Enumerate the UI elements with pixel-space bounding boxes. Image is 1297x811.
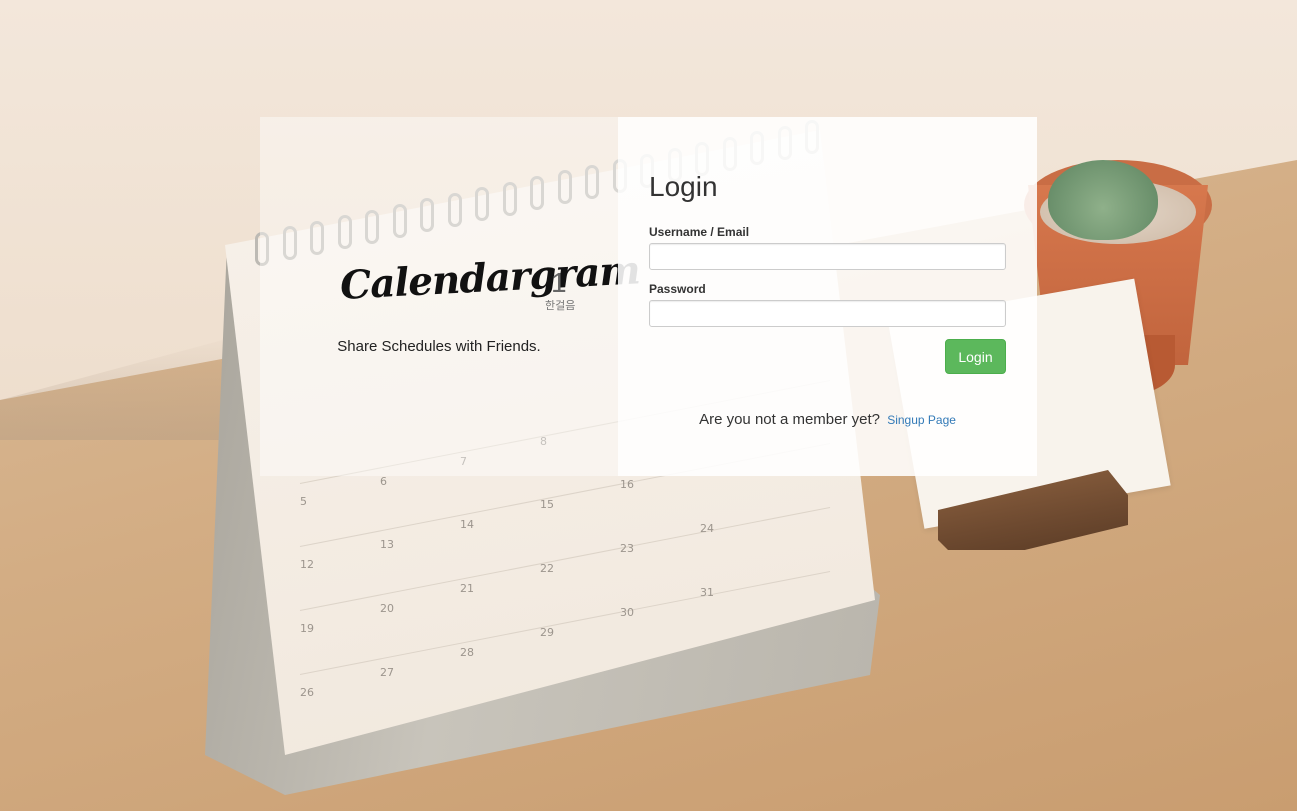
calendar-date: 15 — [540, 498, 554, 511]
calendar-date: 5 — [300, 495, 307, 508]
calendar-date: 27 — [380, 666, 394, 679]
calendar-date: 30 — [620, 606, 634, 619]
app-logo: Calendargram — [338, 247, 641, 309]
login-panel: Login Username / Email Password Login Ar… — [618, 117, 1037, 476]
password-label: Password — [649, 282, 706, 296]
signup-prompt-row: Are you not a member yet? Singup Page — [618, 411, 1037, 428]
signup-prompt: Are you not a member yet? — [699, 411, 881, 428]
calendar-date: 31 — [700, 586, 714, 599]
calendar-date: 21 — [460, 582, 474, 595]
calendar-date: 12 — [300, 558, 314, 571]
calendar-date: 24 — [700, 522, 714, 535]
calendar-date: 23 — [620, 542, 634, 555]
calendar-date: 13 — [380, 538, 394, 551]
calendar-date: 6 — [380, 475, 387, 488]
username-input[interactable] — [649, 243, 1006, 270]
calendar-date: 20 — [380, 602, 394, 615]
calendar-date: 29 — [540, 626, 554, 639]
logo-number: 1 — [551, 267, 567, 298]
login-title: Login — [649, 171, 718, 202]
logo-subtitle: 한걸음 — [545, 299, 576, 312]
calendar-date: 14 — [460, 518, 474, 531]
calendar-date: 26 — [300, 686, 314, 699]
succulent-plant — [1048, 160, 1158, 240]
calendar-date: 19 — [300, 622, 314, 635]
app-tagline: Share Schedules with Friends. — [337, 338, 541, 355]
calendar-date: 16 — [620, 478, 634, 491]
password-input[interactable] — [649, 300, 1006, 327]
calendar-date: 22 — [540, 562, 554, 575]
username-label: Username / Email — [649, 225, 750, 239]
signup-link[interactable]: Singup Page — [887, 413, 956, 427]
brand-panel: Calendargram 1 한걸음 Share Schedules with … — [260, 117, 641, 476]
calendar-date: 28 — [460, 646, 474, 659]
login-button[interactable]: Login — [945, 339, 1006, 374]
